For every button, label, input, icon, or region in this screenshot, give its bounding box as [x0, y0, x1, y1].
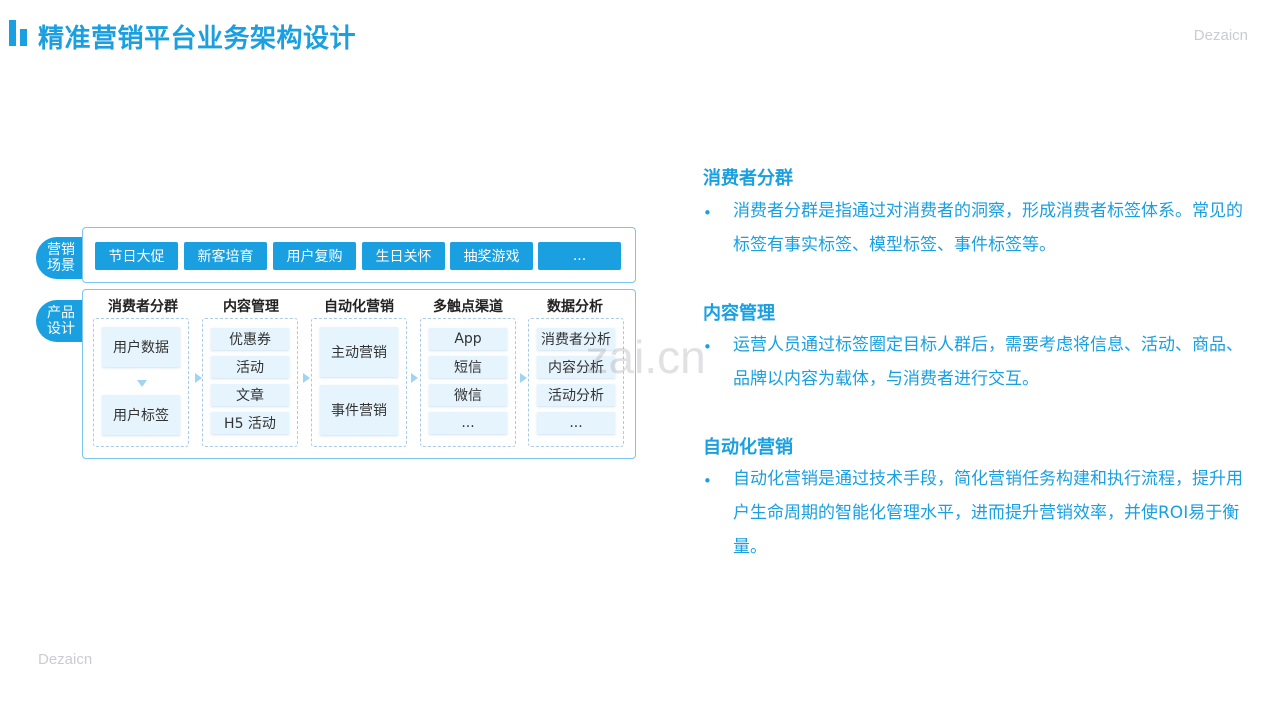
column-segmentation: 用户数据 用户标签 [93, 318, 189, 447]
column-item: 活动 [211, 356, 289, 378]
scene-item: 新客培育 [184, 242, 267, 270]
column-automation: 主动营销 事件营销 [311, 318, 407, 447]
section-text-content: 运营人员通过标签圈定目标人群后，需要考虑将信息、活动、商品、品牌以内容为载体，与… [733, 335, 1243, 389]
scene-item: 节日大促 [95, 242, 178, 270]
section-title-segmentation: 消费者分群 [703, 168, 793, 189]
column-item: 事件营销 [320, 385, 398, 435]
brand-logo-bottom: Dezaicn [38, 651, 93, 668]
section-text-automation: 自动化营销是通过技术手段，简化营销任务构建和执行流程，提升用户生命周期的智能化管… [733, 469, 1243, 557]
column-title-content: 内容管理 [223, 299, 279, 315]
section-text-segmentation: 消费者分群是指通过对消费者的洞察，形成消费者标签体系。常见的标签有事实标签、模型… [733, 201, 1243, 255]
scene-frame: 节日大促 新客培育 用户复购 生日关怀 抽奖游戏 ... [82, 227, 636, 283]
product-row-tag: 产品设计 [36, 300, 86, 342]
column-item: 文章 [211, 384, 289, 406]
bullet-icon: • [703, 472, 712, 490]
column-item: H5 活动 [211, 412, 289, 434]
column-title-channels: 多触点渠道 [433, 299, 503, 315]
column-item: App [429, 328, 507, 350]
column-title-segmentation: 消费者分群 [108, 299, 178, 315]
arrow-right-icon [411, 373, 418, 383]
bullet-icon: • [703, 204, 712, 222]
scene-item: 抽奖游戏 [450, 242, 533, 270]
scene-row-tag-label: 营销场景 [47, 242, 75, 274]
bullet-icon: • [703, 338, 712, 356]
arrow-right-icon [303, 373, 310, 383]
column-item: ... [537, 412, 615, 434]
brand-logo-top: Dezaicn [1193, 27, 1248, 44]
column-item: 用户数据 [102, 327, 180, 367]
title-bar-icon [9, 20, 31, 46]
column-channels: App 短信 微信 ... [420, 318, 516, 447]
section-title-content: 内容管理 [703, 303, 775, 324]
column-item: 微信 [429, 384, 507, 406]
scene-row-tag: 营销场景 [36, 237, 86, 279]
section-title-automation: 自动化营销 [703, 437, 793, 458]
column-item: 优惠券 [211, 328, 289, 350]
column-item: 短信 [429, 356, 507, 378]
product-frame: 消费者分群 用户数据 用户标签 内容管理 优惠券 活动 文章 H5 活动 自动化… [82, 289, 636, 459]
scene-item: ... [538, 242, 621, 270]
arrow-right-icon [520, 373, 527, 383]
scene-item: 生日关怀 [362, 242, 445, 270]
product-row-tag-label: 产品设计 [47, 305, 75, 337]
column-item: 用户标签 [102, 395, 180, 435]
arrow-down-icon [137, 380, 147, 387]
scene-item: 用户复购 [273, 242, 356, 270]
column-title-automation: 自动化营销 [324, 299, 394, 315]
arrow-right-icon [195, 373, 202, 383]
column-item: ... [429, 412, 507, 434]
column-item: 主动营销 [320, 327, 398, 377]
column-content: 优惠券 活动 文章 H5 活动 [202, 318, 298, 447]
watermark-text: ..zai.cn [560, 331, 706, 383]
column-title-analytics: 数据分析 [547, 299, 603, 315]
page-title: 精准营销平台业务架构设计 [38, 24, 357, 54]
column-item: 活动分析 [537, 384, 615, 406]
